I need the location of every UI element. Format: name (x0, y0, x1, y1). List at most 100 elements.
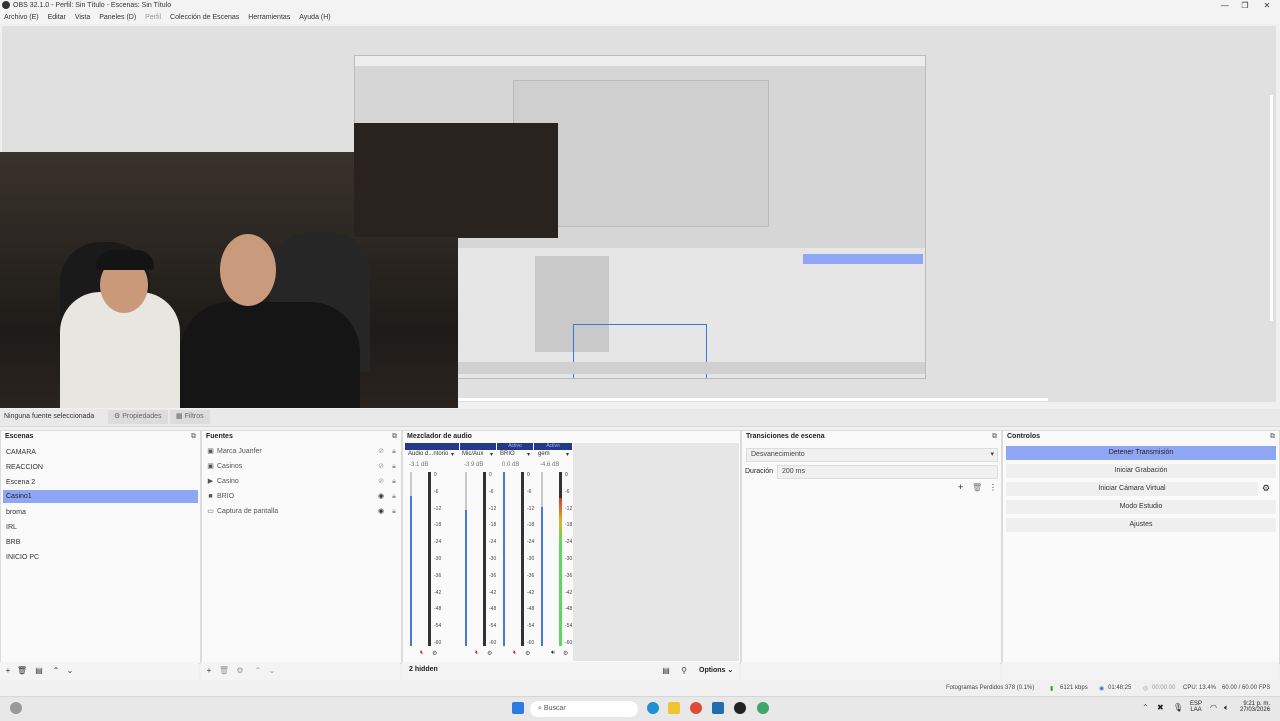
source-item[interactable]: ▣ Casinos ⊘ 🔒︎ (206, 459, 401, 474)
undock-icon[interactable]: ⧉ (992, 431, 997, 443)
chevron-down-icon[interactable]: ▾ (490, 451, 493, 458)
menu-vista[interactable]: Vista (75, 12, 90, 24)
add-transition-icon[interactable]: + (958, 482, 963, 492)
properties-button[interactable]: ⚙ Propiedades (108, 410, 168, 424)
settings-button[interactable]: Ajustes (1006, 518, 1276, 532)
language-indicator[interactable]: ESP LAA (1190, 701, 1202, 713)
chevron-down-icon[interactable]: ▾ (451, 451, 454, 458)
move-down-icon[interactable]: ⌄ (64, 666, 76, 675)
mixer-settings-icon[interactable]: ⚲ (678, 666, 690, 675)
source-properties-icon[interactable]: ⚙ (234, 666, 246, 675)
lock-icon[interactable]: 🔒︎ (389, 444, 399, 459)
channel-settings-icon[interactable]: ⚙ (487, 650, 492, 657)
undock-icon[interactable]: ⧉ (392, 431, 397, 443)
move-up-icon[interactable]: ⌃ (50, 666, 62, 675)
eye-hidden-icon[interactable]: ⊘ (376, 459, 386, 474)
scene-item[interactable]: IRL (3, 521, 198, 534)
mixer-layout-icon[interactable]: ▤ (660, 666, 672, 675)
channel-name[interactable]: gem (538, 451, 550, 457)
maximize-button[interactable]: ❐ (1234, 0, 1256, 12)
file-explorer-icon[interactable] (668, 702, 680, 714)
lock-icon[interactable]: 🔒︎ (389, 474, 399, 489)
volume-fader[interactable] (541, 472, 543, 646)
channel-settings-icon[interactable]: ⚙ (563, 650, 568, 657)
minimize-button[interactable]: — (1214, 0, 1236, 12)
tray-chevron-icon[interactable]: ⌃ (1142, 703, 1149, 712)
chevron-down-icon[interactable]: ▾ (566, 451, 569, 458)
clock[interactable]: 9:21 p. m. 27/03/2026 (1240, 701, 1270, 713)
taskbar-search[interactable]: ⌕ Buscar (530, 701, 638, 717)
options-menu[interactable]: Options ⌄ (699, 666, 733, 674)
channel-settings-icon[interactable]: ⚙ (432, 650, 437, 657)
menu-editar[interactable]: Editar (48, 12, 66, 24)
scene-item[interactable]: INICIO PC (3, 551, 198, 564)
widgets-icon[interactable] (10, 702, 22, 714)
preview-vertical-scrollbar[interactable] (1270, 95, 1273, 321)
source-item[interactable]: ■ BRIO ◉ 🔒︎ (206, 489, 401, 504)
transition-menu-icon[interactable]: ⋮ (989, 483, 997, 492)
volume-icon[interactable]: 🔈︎ (1224, 703, 1229, 713)
channel-name[interactable]: BRIO (500, 451, 515, 457)
remove-scene-icon[interactable]: 🗑 (16, 666, 28, 675)
scene-item[interactable]: BRB (3, 536, 198, 549)
channel-name[interactable]: Mic/Aux (462, 451, 483, 457)
obs-icon[interactable] (734, 702, 746, 714)
menu-coleccion-escenas[interactable]: Colección de Escenas (170, 12, 239, 24)
close-button[interactable]: ✕ (1256, 0, 1278, 12)
menu-perfil[interactable]: Perfil (145, 12, 161, 24)
stop-streaming-button[interactable]: Detener Transmisión (1006, 446, 1276, 460)
start-button-icon[interactable] (512, 702, 524, 714)
volume-fader[interactable] (503, 472, 505, 646)
volume-fader[interactable] (410, 472, 412, 646)
eye-visible-icon[interactable]: ◉ (376, 489, 386, 504)
hidden-count[interactable]: 2 hidden (409, 666, 438, 673)
chrome-icon[interactable] (690, 702, 702, 714)
add-scene-icon[interactable]: + (2, 666, 14, 675)
gear-icon[interactable]: ⚙ (1262, 483, 1270, 494)
remove-source-icon[interactable]: 🗑 (218, 666, 230, 675)
scene-item-selected[interactable]: Casino1 (3, 490, 198, 503)
source-item[interactable]: ▣ Marca Juanfer ⊘ 🔒︎ (206, 444, 401, 459)
scene-item[interactable]: broma (3, 506, 198, 519)
start-recording-button[interactable]: Iniciar Grabación (1006, 464, 1276, 478)
move-down-icon[interactable]: ⌄ (266, 666, 278, 675)
scene-item[interactable]: CAMARA (3, 446, 198, 459)
store-icon[interactable] (712, 702, 724, 714)
undock-icon[interactable]: ⧉ (1270, 431, 1275, 443)
channel-name[interactable]: Audio d...ntorio (408, 451, 448, 457)
undock-icon[interactable]: ⧉ (191, 431, 196, 443)
wifi-icon[interactable]: ◠ (1210, 703, 1217, 712)
edge-icon[interactable] (647, 702, 659, 714)
menu-ayuda[interactable]: Ayuda (H) (299, 12, 330, 24)
transition-select[interactable]: Desvanecimiento ▾ (746, 448, 998, 462)
add-source-icon[interactable]: + (203, 666, 215, 675)
lock-icon[interactable]: 🔒︎ (389, 504, 399, 519)
menu-paneles[interactable]: Paneles (D) (99, 12, 136, 24)
duration-input[interactable]: 200 ms (777, 465, 998, 479)
scene-filters-icon[interactable]: ▤ (33, 666, 45, 675)
scene-item[interactable]: REACCION (3, 461, 198, 474)
eye-hidden-icon[interactable]: ⊘ (376, 474, 386, 489)
source-item[interactable]: ▭ Captura de pantalla ◉ 🔒︎ (206, 504, 401, 519)
filters-button[interactable]: ▦ Filtros (170, 410, 210, 424)
scene-item[interactable]: Escena 2 (3, 476, 198, 489)
mic-icon[interactable]: 🎙︎ (1173, 703, 1183, 712)
menu-archivo[interactable]: Archivo (E) (4, 12, 39, 24)
eye-visible-icon[interactable]: ◉ (376, 504, 386, 519)
mute-icon[interactable]: 🔇︎ (420, 650, 424, 657)
chevron-down-icon[interactable]: ▾ (527, 451, 530, 458)
volume-fader[interactable] (465, 472, 467, 646)
remove-transition-icon[interactable]: 🗑 (972, 483, 982, 492)
tray-icon[interactable]: ✖ (1157, 703, 1164, 712)
mute-icon[interactable]: 🔇︎ (513, 650, 517, 657)
preview-horizontal-scrollbar[interactable] (458, 398, 1048, 401)
app-icon[interactable] (757, 702, 769, 714)
speaker-icon[interactable]: 🔊︎ (551, 650, 555, 657)
move-up-icon[interactable]: ⌃ (252, 666, 264, 675)
start-virtual-camera-button[interactable]: Iniciar Cámara Virtual (1006, 482, 1258, 496)
lock-icon[interactable]: 🔒︎ (389, 459, 399, 474)
eye-hidden-icon[interactable]: ⊘ (376, 444, 386, 459)
channel-settings-icon[interactable]: ⚙ (525, 650, 530, 657)
mute-icon[interactable]: 🔇︎ (475, 650, 479, 657)
studio-mode-button[interactable]: Modo Estudio (1006, 500, 1276, 514)
